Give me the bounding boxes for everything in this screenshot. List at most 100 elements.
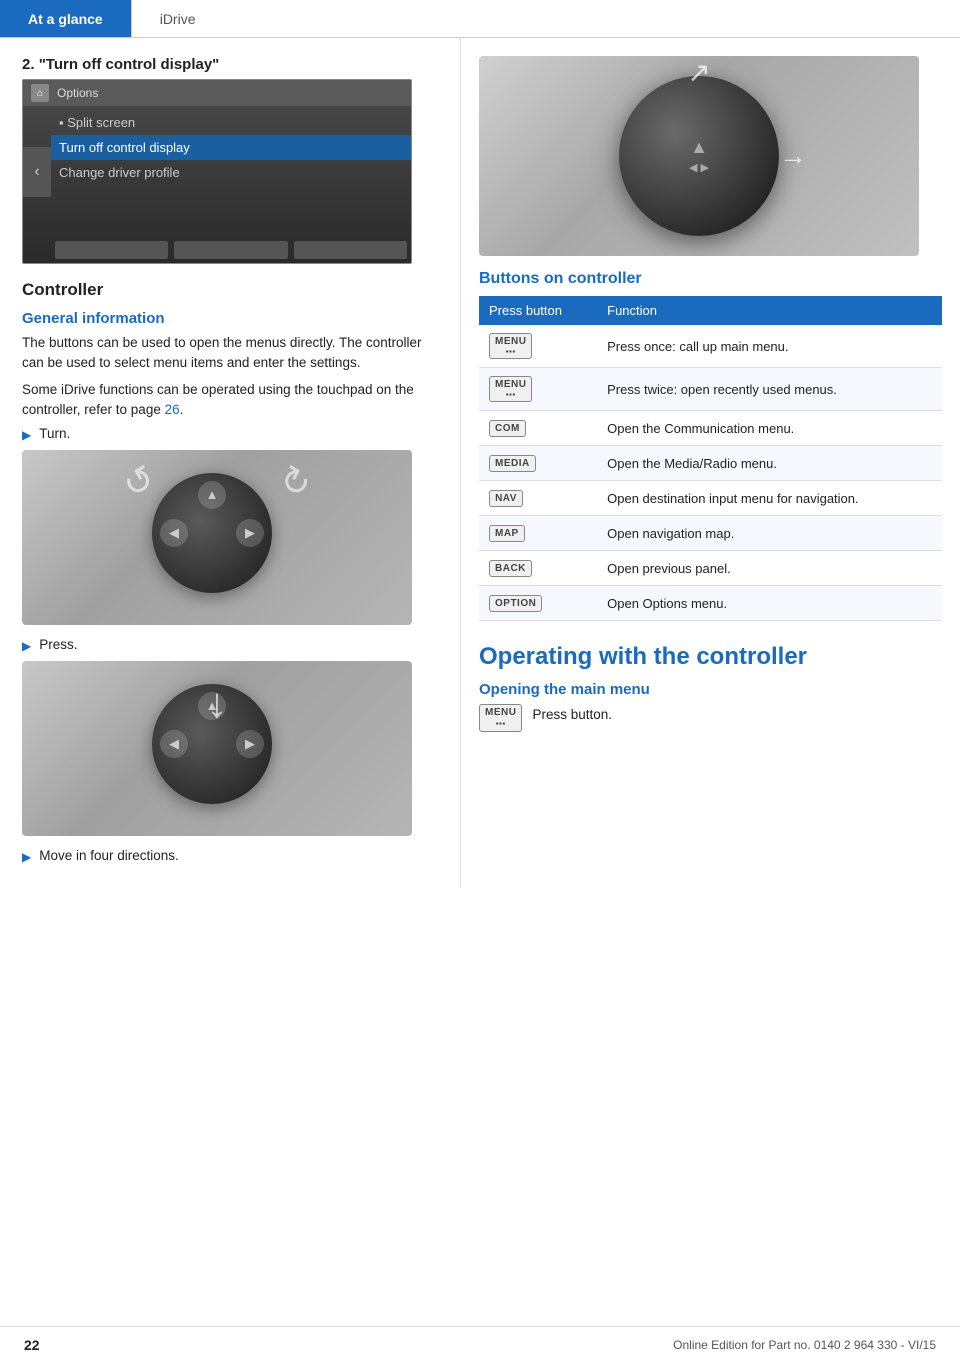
button-chip: OPTION xyxy=(489,595,542,612)
table-cell-function: Open the Communication menu. xyxy=(597,411,942,446)
table-cell-function: Open the Media/Radio menu. xyxy=(597,446,942,481)
screen-menu-items: ▪ Split screen Turn off control display … xyxy=(23,106,411,185)
table-cell-button: NAV xyxy=(479,481,597,516)
split-screen-icon: ▪ xyxy=(59,115,67,130)
controller-top-image: ▲◀ ▶ ↗ → xyxy=(479,56,919,256)
arrow-turn-label: Turn. xyxy=(39,426,70,441)
tab-idrive-label: iDrive xyxy=(160,11,196,27)
table-cell-button: COM xyxy=(479,411,597,446)
turnoff-label: Turn off control display xyxy=(59,140,190,155)
button-chip: BACK xyxy=(489,560,532,577)
button-chip: MAP xyxy=(489,525,525,542)
ctrl-arrow-left: ◀ xyxy=(160,519,188,547)
table-row: OPTION Open Options menu. xyxy=(479,586,942,621)
table-cell-function: Open destination input menu for navigati… xyxy=(597,481,942,516)
top-arrow-icon: ↗ xyxy=(687,56,710,89)
page-link[interactable]: 26 xyxy=(165,402,180,417)
controller-top-disc: ▲◀ ▶ xyxy=(619,76,779,236)
step-number: 2. "Turn off control display" xyxy=(22,56,438,73)
button-chip: MENU▪▪▪ xyxy=(489,376,532,402)
screen-mockup: ⌂ Options ▪ Split screen Turn off contro… xyxy=(22,79,412,264)
table-cell-function: Open Options menu. xyxy=(597,586,942,621)
arrow-item-press: ▶ Press. xyxy=(22,637,438,653)
screen-left-arrow: ‹ xyxy=(23,147,51,197)
controller-image-press: ▲ ▶ ◀ ↓ xyxy=(22,661,412,836)
buttons-table: Press button Function MENU▪▪▪ Press once:… xyxy=(479,296,942,621)
screen-inner: ⌂ Options ▪ Split screen Turn off contro… xyxy=(23,80,411,263)
buttons-heading: Buttons on controller xyxy=(479,270,942,288)
screen-item-split: ▪ Split screen xyxy=(51,110,411,135)
table-row: MAP Open navigation map. xyxy=(479,516,942,551)
tab-idrive[interactable]: iDrive xyxy=(131,0,224,37)
main-content: 2. "Turn off control display" ⌂ Options … xyxy=(0,38,960,888)
general-info-text1: The buttons can be used to open the menu… xyxy=(22,333,438,374)
arrow-item-move: ▶ Move in four directions. xyxy=(22,848,438,864)
table-cell-button: MENU▪▪▪ xyxy=(479,325,597,368)
screen-bottom-bar-3 xyxy=(294,241,407,259)
table-cell-button: BACK xyxy=(479,551,597,586)
screen-bottom-bar-2 xyxy=(174,241,287,259)
step-label: "Turn off control display" xyxy=(39,56,220,73)
controller-heading: Controller xyxy=(22,280,438,300)
opening-menu-heading: Opening the main menu xyxy=(479,681,942,698)
general-info-heading: General information xyxy=(22,310,438,327)
table-cell-button: OPTION xyxy=(479,586,597,621)
header: At a glance iDrive xyxy=(0,0,960,38)
step-num: 2. xyxy=(22,56,35,73)
screen-item-turnoff: Turn off control display xyxy=(51,135,411,160)
controller-top-center: ▲◀ ▶ xyxy=(689,138,709,174)
table-row: BACK Open previous panel. xyxy=(479,551,942,586)
table-row: NAVOpen destination input menu for navig… xyxy=(479,481,942,516)
table-row: COM Open the Communication menu. xyxy=(479,411,942,446)
arrow-icon-press: ▶ xyxy=(22,639,31,653)
screen-bottom-area xyxy=(51,208,411,263)
button-chip: MENU▪▪▪ xyxy=(489,333,532,359)
table-cell-function: Open navigation map. xyxy=(597,516,942,551)
arrow-press-label: Press. xyxy=(39,637,77,652)
col-press-button: Press button xyxy=(479,296,597,325)
page-number: 22 xyxy=(24,1337,40,1353)
screen-menu-bar: ⌂ Options xyxy=(23,80,411,106)
edition-text: Online Edition for Part no. 0140 2 964 3… xyxy=(673,1338,936,1352)
ctrl-arrow-left2: ◀ xyxy=(160,730,188,758)
screen-item-profile: Change driver profile xyxy=(51,160,411,185)
arrow-move-label: Move in four directions. xyxy=(39,848,179,863)
screen-bottom-bar-1 xyxy=(55,241,168,259)
arrow-icon-move: ▶ xyxy=(22,850,31,864)
ctrl-arrow-right2: ▶ xyxy=(236,730,264,758)
tab-at-a-glance-label: At a glance xyxy=(28,11,103,27)
table-row: MENU▪▪▪ Press twice: open recently used m… xyxy=(479,368,942,411)
right-column: ▲◀ ▶ ↗ → Buttons on controller Press but… xyxy=(460,38,960,888)
ctrl-arrow-top: ▲ xyxy=(198,481,226,509)
split-screen-label: Split screen xyxy=(67,115,135,130)
table-row: MEDIAOpen the Media/Radio menu. xyxy=(479,446,942,481)
controller-disc-turn: ▲ ▶ ◀ xyxy=(152,473,272,593)
profile-label: Change driver profile xyxy=(59,165,180,180)
screen-menu-label: Options xyxy=(57,86,98,100)
arrow-item-turn: ▶ Turn. xyxy=(22,426,438,442)
button-chip: COM xyxy=(489,420,526,437)
table-row: MENU▪▪▪ Press once: call up main menu. xyxy=(479,325,942,368)
table-cell-function: Press once: call up main menu. xyxy=(597,325,942,368)
table-cell-function: Press twice: open recently used menus. xyxy=(597,368,942,411)
controller-image-turn: ▲ ▶ ◀ ↺ ↻ xyxy=(22,450,412,625)
tab-at-a-glance[interactable]: At a glance xyxy=(0,0,131,37)
opening-menu-text: Press button. xyxy=(532,705,612,725)
operating-heading: Operating with the controller xyxy=(479,643,942,671)
col-function: Function xyxy=(597,296,942,325)
table-cell-button: MENU▪▪▪ xyxy=(479,368,597,411)
opening-row: MENU▪▪▪ Press button. xyxy=(479,704,942,732)
footer: 22 Online Edition for Part no. 0140 2 96… xyxy=(0,1326,960,1362)
table-header-row: Press button Function xyxy=(479,296,942,325)
table-cell-button: MAP xyxy=(479,516,597,551)
arrow-icon-turn: ▶ xyxy=(22,428,31,442)
general-info-text2: Some iDrive functions can be operated us… xyxy=(22,380,438,421)
ctrl-arrow-right: ▶ xyxy=(236,519,264,547)
table-cell-function: Open previous panel. xyxy=(597,551,942,586)
left-column: 2. "Turn off control display" ⌂ Options … xyxy=(0,38,460,888)
general-info-text2-main: Some iDrive functions can be operated us… xyxy=(22,382,414,417)
right-arrow-icon: → xyxy=(779,140,807,172)
opening-menu-chip: MENU▪▪▪ xyxy=(479,704,522,732)
home-icon: ⌂ xyxy=(31,84,49,102)
controller-arrows-turn: ▲ ▶ ◀ xyxy=(152,473,272,593)
